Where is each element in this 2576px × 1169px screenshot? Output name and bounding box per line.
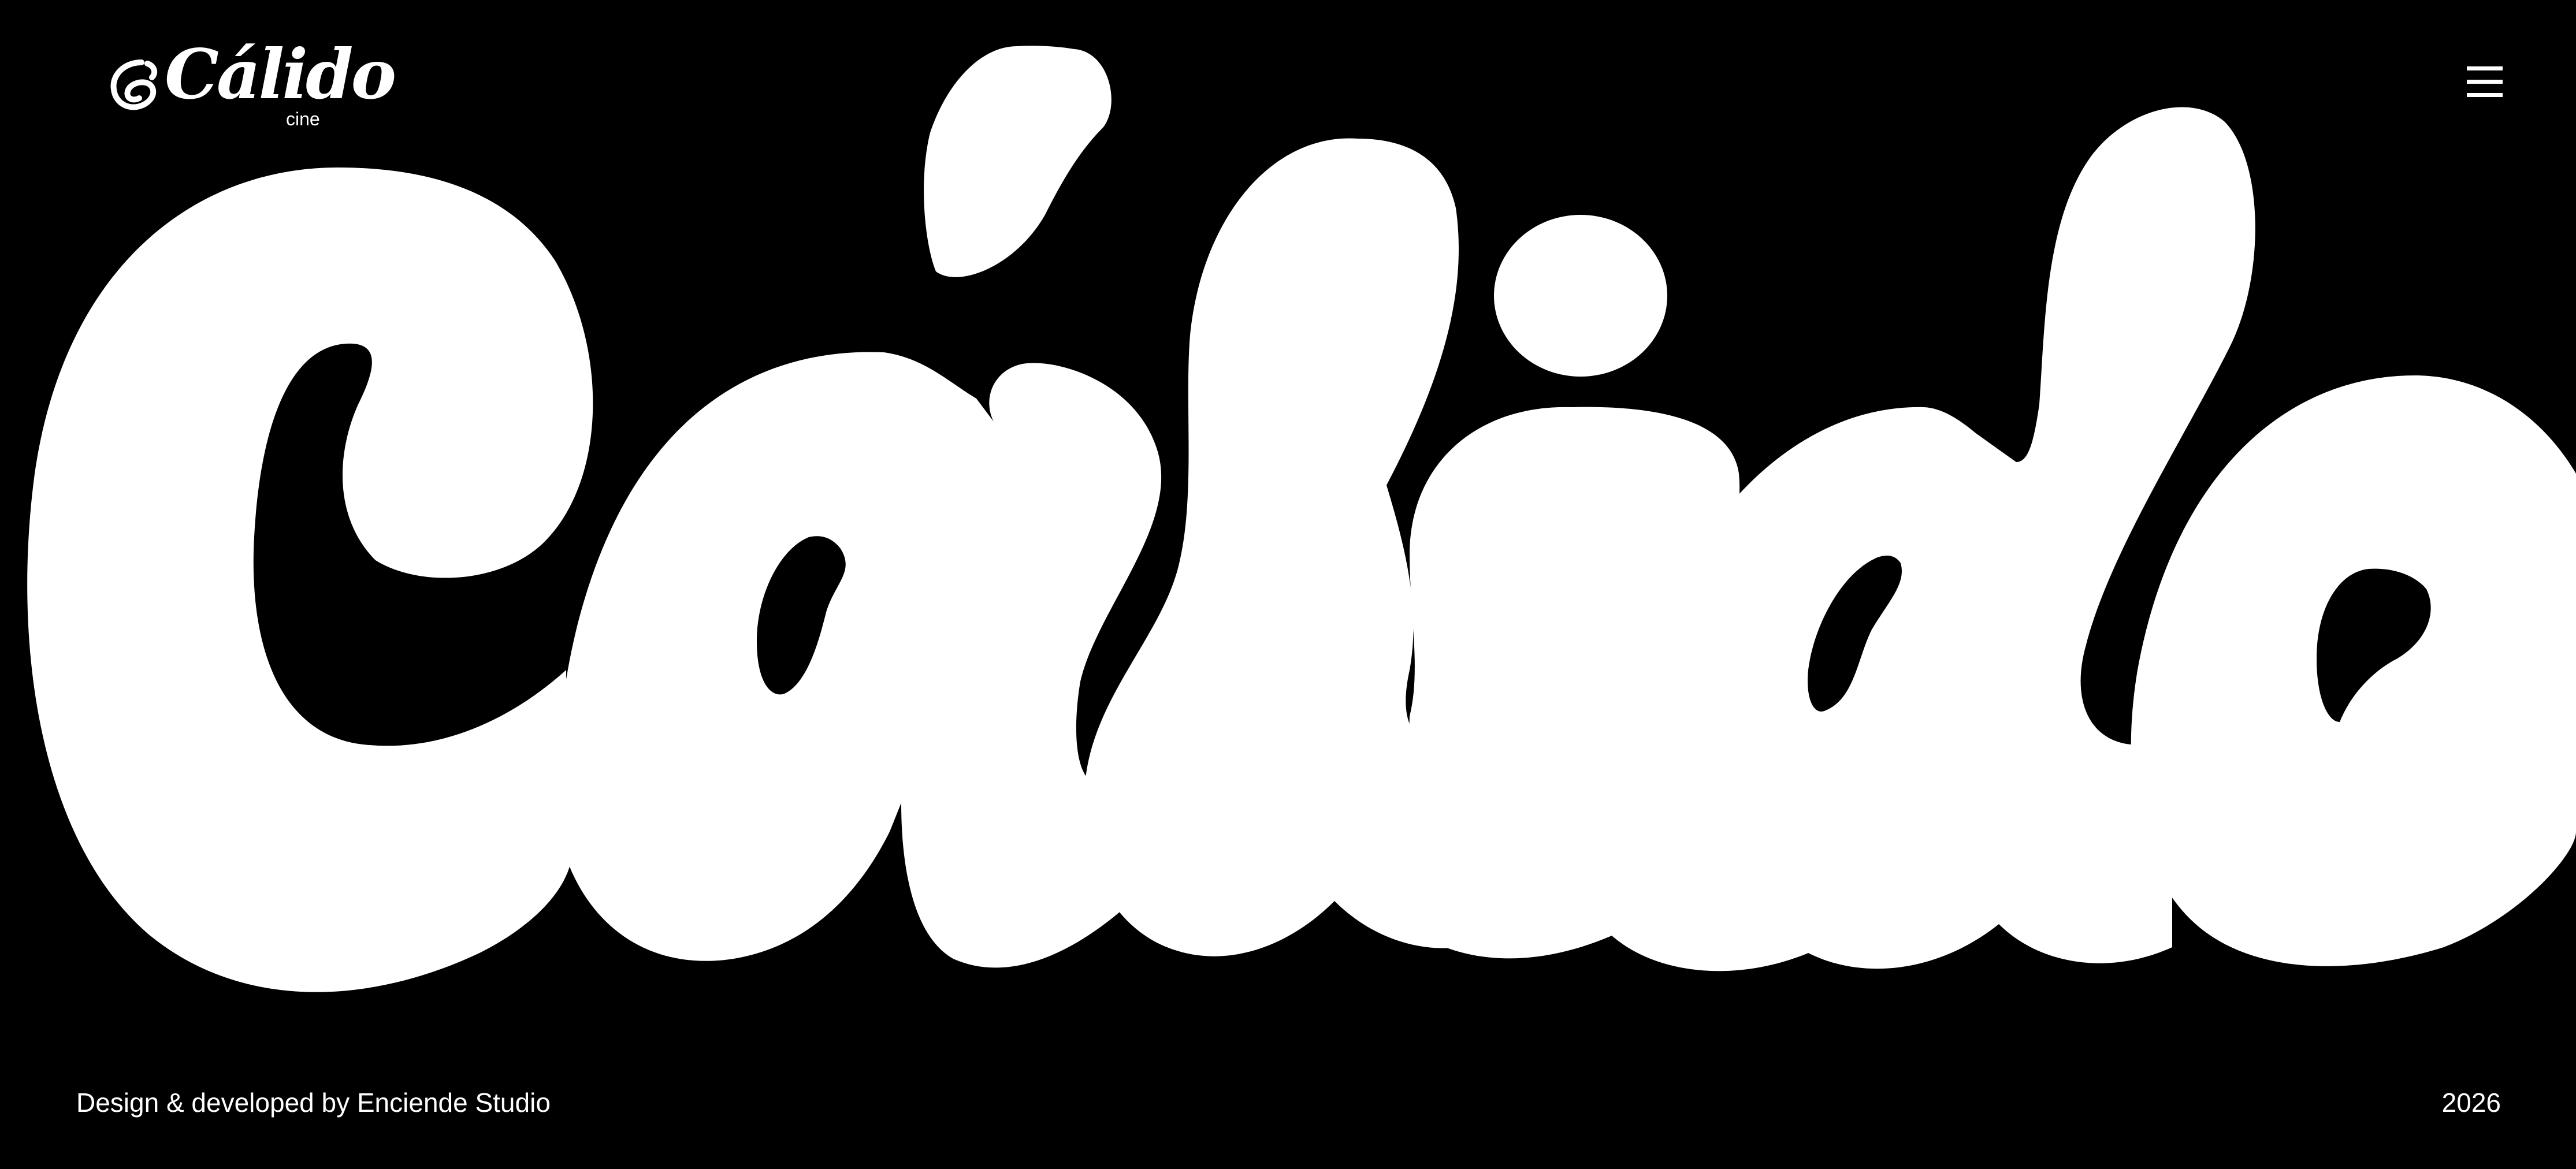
logo-subtitle: cine: [286, 109, 320, 129]
logo-wordmark: Cálido: [165, 34, 396, 114]
hero-wordmark: [27, 46, 2576, 992]
logo-link[interactable]: Cálido cine: [107, 40, 396, 133]
logo-mark-icon: [110, 59, 158, 110]
hamburger-bar: [2467, 93, 2503, 97]
footer-year: 2026: [2441, 1088, 2501, 1118]
hero-letter-c: [27, 167, 593, 992]
page: Cálido cine Design & developed by Encien…: [0, 0, 2576, 1169]
hamburger-bar: [2467, 80, 2503, 84]
hero-letter-accent: [924, 46, 1112, 277]
hamburger-menu-button[interactable]: [2467, 64, 2505, 102]
hero-letter-i-dot: [1494, 215, 1667, 377]
hamburger-menu-icon: [2467, 66, 2503, 70]
hero-letter-a: [557, 352, 1162, 968]
footer-credit: Design & developed by Enciende Studio: [76, 1088, 551, 1118]
